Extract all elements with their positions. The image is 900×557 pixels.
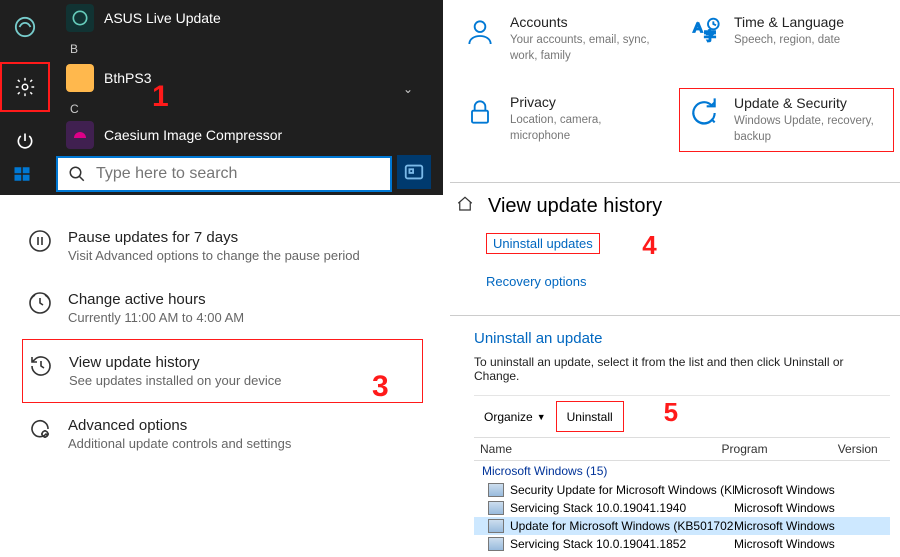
tile-sub: Speech, region, date xyxy=(734,33,844,49)
update-icon xyxy=(686,95,722,131)
option-title: Advanced options xyxy=(68,417,291,434)
sync-gear-icon xyxy=(28,417,52,441)
annotation-1: 1 xyxy=(152,80,169,114)
option-title: View update history xyxy=(69,354,281,371)
settings-rail-button[interactable] xyxy=(0,62,50,112)
svg-text:字: 字 xyxy=(704,28,716,43)
app-asus[interactable]: ASUS Live Update xyxy=(60,0,433,36)
tile-privacy[interactable]: Privacy Location, camera, microphone xyxy=(456,88,669,152)
app-label: ASUS Live Update xyxy=(104,10,221,26)
asus-icon xyxy=(66,4,94,32)
search-input[interactable] xyxy=(96,165,380,183)
organize-button[interactable]: Organize ▼ xyxy=(474,401,556,432)
chevron-down-icon[interactable]: ⌄ xyxy=(403,82,413,96)
update-item-icon xyxy=(488,483,504,497)
app-list: ASUS Live Update B BthPS3 ⌄ C Caesium Im… xyxy=(60,0,433,150)
history-icon xyxy=(29,354,53,378)
power-rail-button[interactable] xyxy=(0,116,50,166)
pause-icon xyxy=(28,229,52,253)
tile-title: Accounts xyxy=(510,14,664,30)
asus-rail-icon xyxy=(0,2,50,52)
time-language-icon: A字 xyxy=(686,14,722,50)
annotation-5: 5 xyxy=(664,397,678,428)
table-row[interactable]: Servicing Stack 10.0.19041.1940Microsoft… xyxy=(474,499,890,517)
tile-sub: Your accounts, email, sync, work, family xyxy=(510,33,664,64)
divider xyxy=(450,315,900,316)
uninstall-button[interactable]: Uninstall xyxy=(556,401,624,432)
option-title: Change active hours xyxy=(68,291,244,308)
option-sub: See updates installed on your device xyxy=(69,373,281,388)
update-item-icon xyxy=(488,501,504,515)
right-column: Accounts Your accounts, email, sync, work… xyxy=(450,0,900,500)
svg-text:A: A xyxy=(693,20,702,35)
chevron-down-icon: ▼ xyxy=(537,412,546,422)
table-row[interactable]: Security Update for Microsoft Windows (K… xyxy=(474,481,890,499)
tile-sub: Location, camera, microphone xyxy=(510,113,663,144)
annotation-3: 3 xyxy=(372,370,389,404)
app-bthps3[interactable]: BthPS3 xyxy=(60,60,433,96)
uninstall-updates-link[interactable]: Uninstall updates xyxy=(486,233,600,254)
divider xyxy=(450,182,900,183)
view-update-history-option[interactable]: View update history See updates installe… xyxy=(22,339,423,403)
tile-sub: Windows Update, recovery, backup xyxy=(734,114,887,145)
letter-header-b: B xyxy=(60,36,433,60)
col-name[interactable]: Name xyxy=(474,438,716,460)
update-item-icon xyxy=(488,537,504,551)
pinned-tile[interactable] xyxy=(397,155,431,189)
windows-start-button[interactable] xyxy=(8,160,36,188)
table-row[interactable]: Servicing Stack 10.0.19041.1852Microsoft… xyxy=(474,535,890,553)
active-hours-option[interactable]: Change active hours Currently 11:00 AM t… xyxy=(22,277,423,339)
app-label: Caesium Image Compressor xyxy=(104,127,282,143)
search-icon xyxy=(68,165,86,183)
pause-updates-option[interactable]: Pause updates for 7 days Visit Advanced … xyxy=(22,215,423,277)
app-label: BthPS3 xyxy=(104,70,151,86)
app-caesium[interactable]: Caesium Image Compressor xyxy=(60,120,433,150)
page-title: View update history xyxy=(488,195,662,218)
taskbar-search[interactable] xyxy=(56,156,392,192)
table-header: Name Program Version xyxy=(474,437,890,461)
option-sub: Additional update controls and settings xyxy=(68,436,291,451)
panel-instruction: To uninstall an update, select it from t… xyxy=(474,355,890,383)
panel-title: Uninstall an update xyxy=(474,330,890,347)
tile-accounts[interactable]: Accounts Your accounts, email, sync, work… xyxy=(456,8,670,70)
col-version[interactable]: Version xyxy=(832,438,890,460)
update-item-icon xyxy=(488,519,504,533)
option-sub: Currently 11:00 AM to 4:00 AM xyxy=(68,310,244,325)
advanced-options-option[interactable]: Advanced options Additional update contr… xyxy=(22,403,423,465)
folder-icon xyxy=(66,64,94,92)
tile-title: Privacy xyxy=(510,94,663,110)
col-program[interactable]: Program xyxy=(716,438,832,460)
group-header[interactable]: Microsoft Windows (15) xyxy=(474,461,890,481)
start-menu: ASUS Live Update B BthPS3 ⌄ C Caesium Im… xyxy=(0,0,443,195)
recovery-options-link[interactable]: Recovery options xyxy=(486,274,586,289)
table-row-selected[interactable]: Update for Microsoft Windows (KB5017022)… xyxy=(474,517,890,535)
windows-update-pane: Pause updates for 7 days Visit Advanced … xyxy=(0,195,443,500)
lock-icon xyxy=(462,94,498,130)
accounts-icon xyxy=(462,14,498,50)
tile-time-language[interactable]: A字 Time & Language Speech, region, date xyxy=(680,8,894,70)
home-icon[interactable] xyxy=(456,195,474,218)
caesium-icon xyxy=(66,121,94,149)
uninstall-update-panel: Uninstall an update To uninstall an upda… xyxy=(450,326,900,557)
letter-header-c: C xyxy=(60,96,433,120)
annotation-4: 4 xyxy=(642,230,656,260)
option-title: Pause updates for 7 days xyxy=(68,229,360,246)
settings-tiles: Accounts Your accounts, email, sync, work… xyxy=(450,0,900,178)
tile-update-security[interactable]: Update & Security Windows Update, recover… xyxy=(679,88,894,152)
tile-title: Time & Language xyxy=(734,14,844,30)
clock-icon xyxy=(28,291,52,315)
tile-title: Update & Security xyxy=(734,95,887,111)
option-sub: Visit Advanced options to change the pau… xyxy=(68,248,360,263)
view-update-history-page: View update history Uninstall updates 4 … xyxy=(450,193,900,311)
